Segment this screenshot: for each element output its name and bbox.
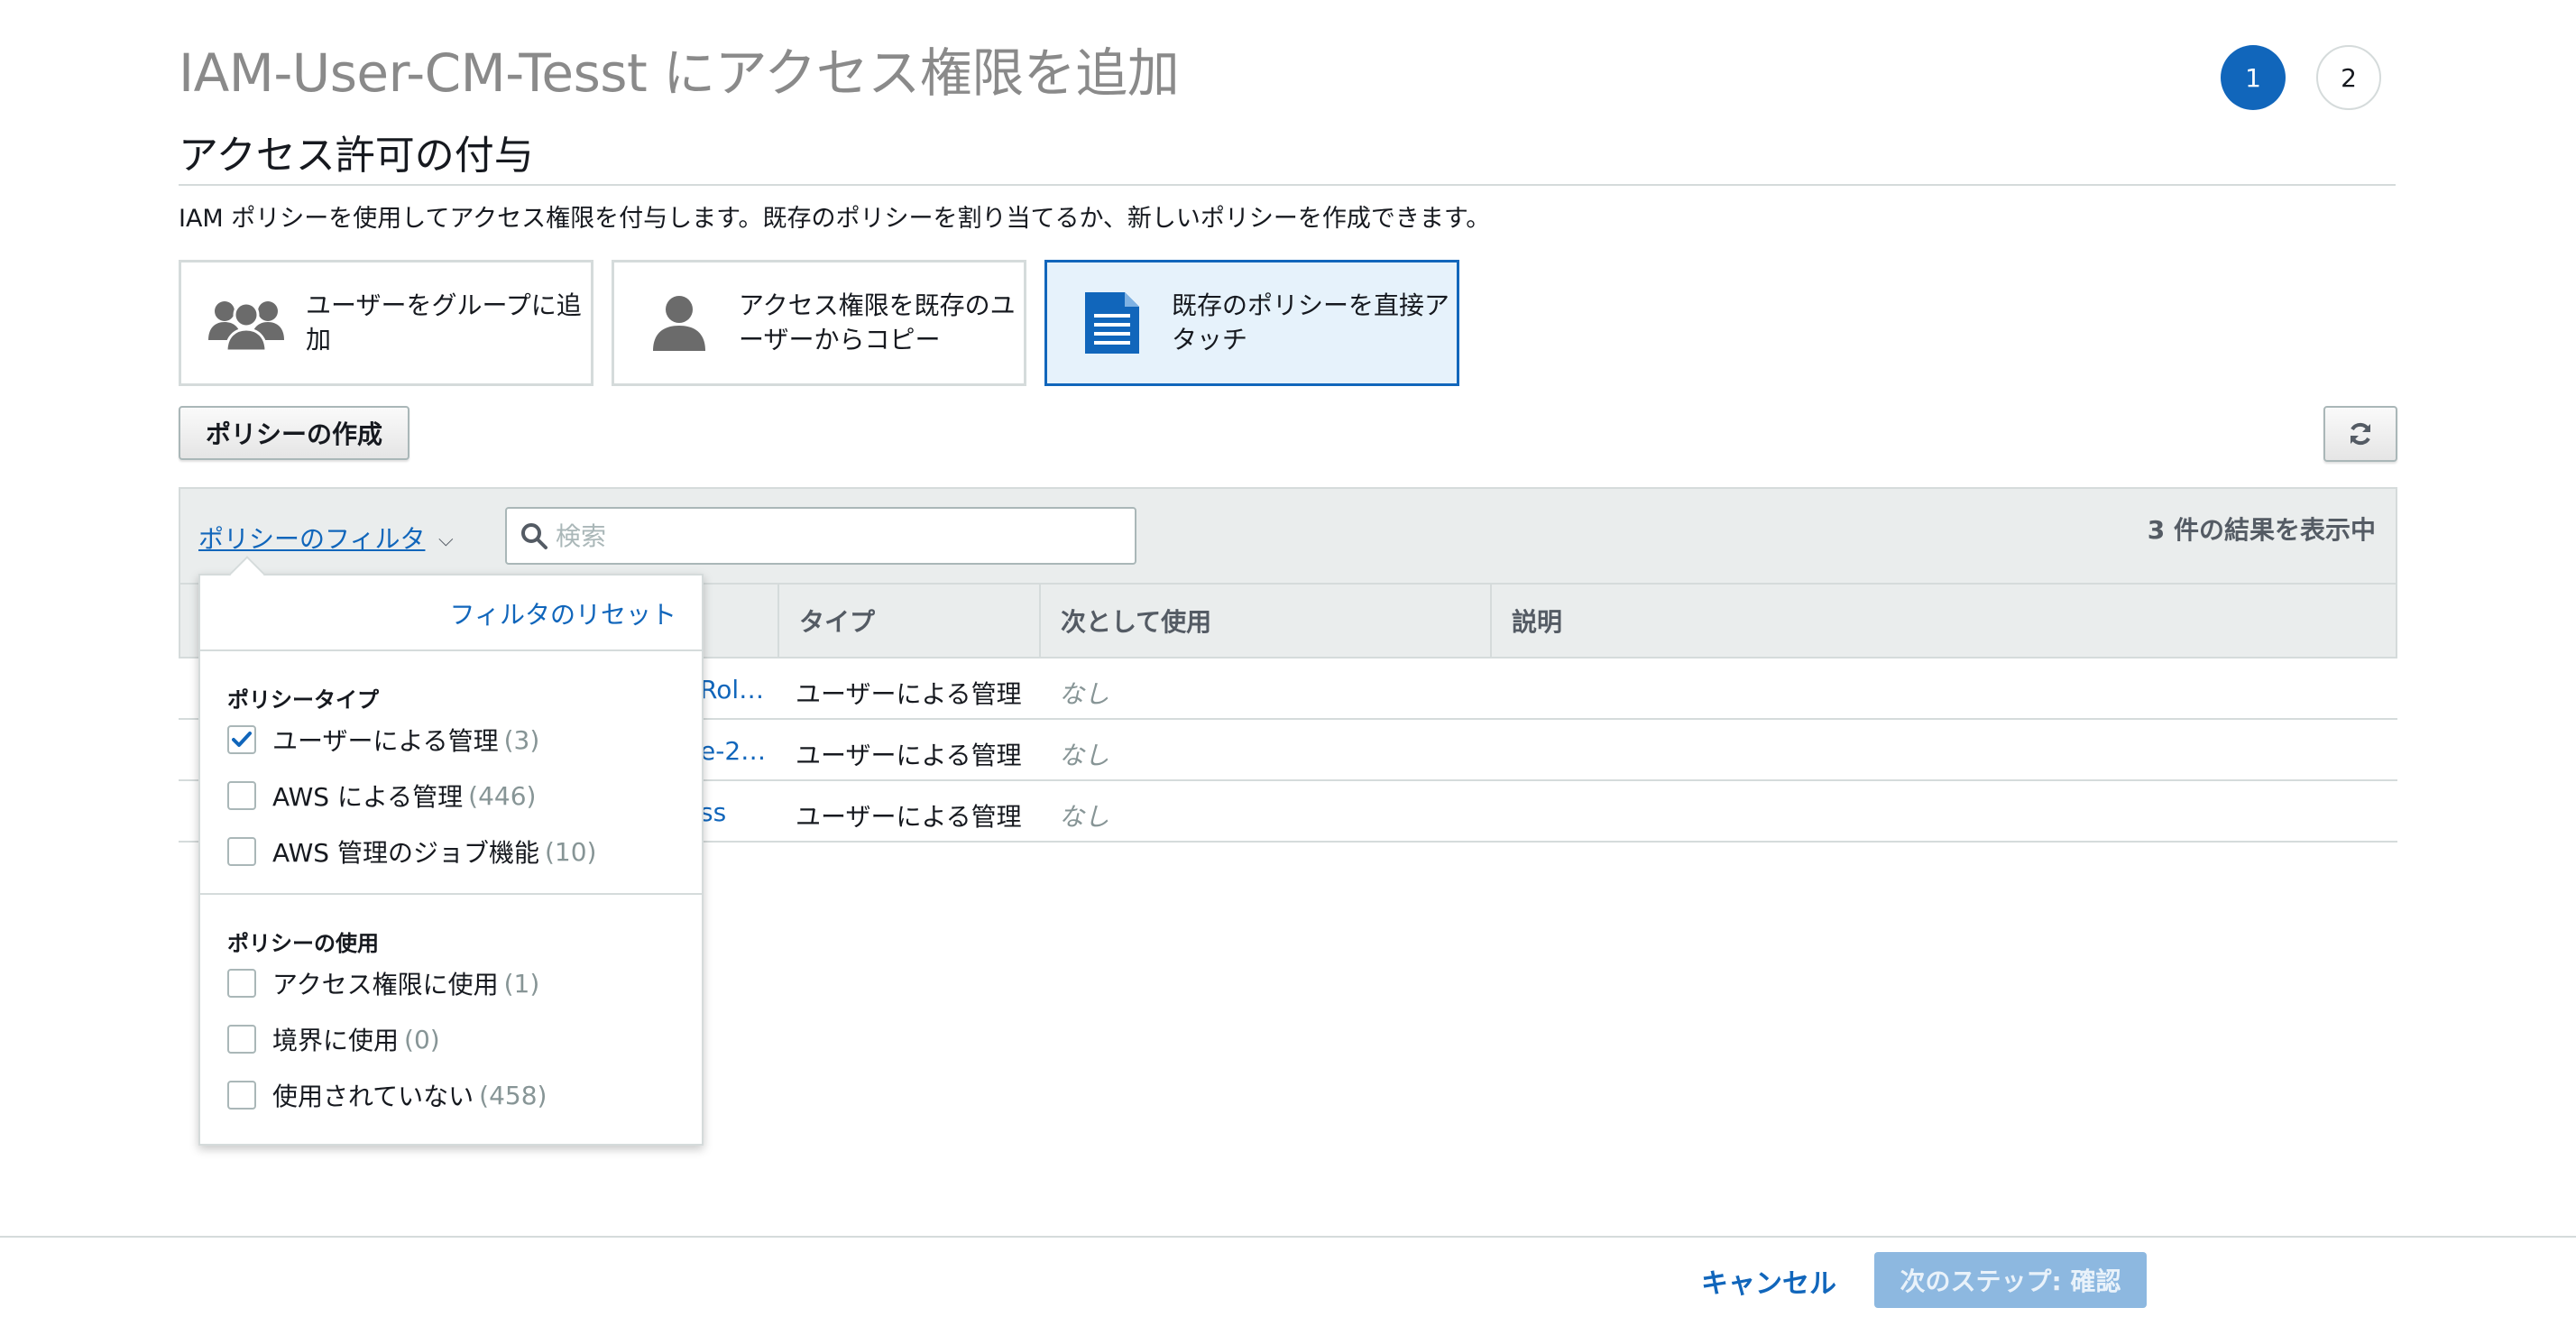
policy-name-link[interactable]: ss bbox=[700, 797, 726, 827]
dropdown-divider bbox=[200, 649, 702, 651]
option-label: アクセス権限を既存のユーザーからコピー bbox=[739, 290, 1016, 355]
cancel-button[interactable]: キャンセル bbox=[1701, 1261, 1836, 1301]
policy-usage-cell: なし bbox=[1059, 802, 1110, 832]
filter-option-label: ユーザーによる管理 bbox=[272, 726, 499, 756]
option-add-to-group[interactable]: ユーザーをグループに追加 bbox=[179, 260, 593, 386]
policy-usage-heading: ポリシーの使用 bbox=[227, 931, 379, 956]
column-header-description[interactable]: 説明 bbox=[1490, 583, 2397, 658]
reset-filter-link[interactable]: フィルタのリセット bbox=[450, 595, 676, 631]
filter-option-unused[interactable]: 使用されていない (458) bbox=[227, 1077, 547, 1113]
filter-option-label: アクセス権限に使用 bbox=[272, 970, 499, 999]
chevron-down-icon[interactable]: ⌵ bbox=[438, 529, 454, 551]
checkbox[interactable] bbox=[227, 1081, 256, 1110]
policy-type-heading: ポリシータイプ bbox=[227, 687, 379, 713]
checkbox[interactable] bbox=[227, 1025, 256, 1054]
page-title: IAM-User-CM-Tesst にアクセス権限を追加 bbox=[179, 42, 1180, 104]
document-icon bbox=[1067, 287, 1157, 359]
section-divider bbox=[179, 184, 2396, 186]
section-description: IAM ポリシーを使用してアクセス権限を付与します。既存のポリシーを割り当てるか… bbox=[179, 205, 1491, 233]
user-icon bbox=[634, 287, 724, 359]
section-title: アクセス許可の付与 bbox=[179, 133, 534, 179]
policy-type-cell: ユーザーによる管理 bbox=[796, 679, 1022, 709]
policy-usage-cell: なし bbox=[1059, 679, 1110, 709]
option-copy-from-user[interactable]: アクセス権限を既存のユーザーからコピー bbox=[612, 260, 1026, 386]
filter-option-label: 境界に使用 bbox=[272, 1026, 400, 1055]
footer-divider bbox=[0, 1236, 2576, 1238]
column-header-used-as[interactable]: 次として使用 bbox=[1039, 583, 1490, 658]
search-field[interactable] bbox=[505, 507, 1136, 565]
policy-name-link[interactable]: e-2… bbox=[700, 736, 766, 766]
filter-option-label: 使用されていない bbox=[272, 1082, 474, 1111]
filter-option-count: (0) bbox=[404, 1024, 440, 1055]
policy-type-cell: ユーザーによる管理 bbox=[796, 741, 1022, 770]
filter-option-count: (446) bbox=[468, 780, 537, 811]
checkmark-icon bbox=[232, 732, 252, 747]
filter-option-permissions-usage[interactable]: アクセス権限に使用 (1) bbox=[227, 965, 539, 1001]
refresh-icon bbox=[2351, 422, 2370, 446]
filter-option-label: AWS 管理のジョブ機能 bbox=[272, 838, 539, 868]
search-icon bbox=[521, 523, 547, 549]
policy-name-link[interactable]: Rol… bbox=[700, 675, 764, 705]
column-header-type[interactable]: タイプ bbox=[777, 583, 1039, 658]
filter-option-count: (458) bbox=[479, 1080, 547, 1110]
result-count: 3 件の結果を表示中 bbox=[2147, 515, 2376, 545]
filter-option-count: (10) bbox=[544, 836, 597, 867]
policy-usage-cell: なし bbox=[1059, 741, 1110, 770]
option-attach-policy[interactable]: 既存のポリシーを直接アタッチ bbox=[1044, 260, 1459, 386]
policy-type-cell: ユーザーによる管理 bbox=[796, 802, 1022, 832]
filter-option-customer-managed[interactable]: ユーザーによる管理 (3) bbox=[227, 722, 539, 758]
user-group-icon bbox=[201, 287, 291, 359]
policy-filter-dropdown: フィルタのリセット ポリシータイプ ユーザーによる管理 (3) AWS による管… bbox=[198, 574, 704, 1146]
option-label: 既存のポリシーを直接アタッチ bbox=[1172, 290, 1450, 355]
checkbox[interactable] bbox=[227, 781, 256, 810]
step-indicator-1: 1 bbox=[2221, 45, 2286, 110]
refresh-button[interactable] bbox=[2323, 406, 2397, 462]
filter-option-count: (3) bbox=[503, 724, 540, 755]
checkbox[interactable] bbox=[227, 837, 256, 866]
filter-option-label: AWS による管理 bbox=[272, 782, 464, 812]
next-review-button[interactable]: 次のステップ: 確認 bbox=[1874, 1252, 2147, 1308]
filter-option-aws-managed[interactable]: AWS による管理 (446) bbox=[227, 778, 536, 814]
search-input[interactable] bbox=[556, 520, 1097, 551]
option-label: ユーザーをグループに追加 bbox=[306, 290, 582, 355]
step-indicator-2: 2 bbox=[2316, 45, 2381, 110]
checkbox[interactable] bbox=[227, 969, 256, 998]
filter-option-job-function[interactable]: AWS 管理のジョブ機能 (10) bbox=[227, 833, 596, 870]
checkbox[interactable] bbox=[227, 725, 256, 754]
dropdown-divider bbox=[200, 893, 702, 895]
create-policy-button[interactable]: ポリシーの作成 bbox=[179, 406, 409, 460]
filter-option-count: (1) bbox=[503, 968, 540, 999]
policy-filter-link[interactable]: ポリシーのフィルタ bbox=[198, 520, 425, 556]
filter-option-boundary-usage[interactable]: 境界に使用 (0) bbox=[227, 1021, 440, 1057]
